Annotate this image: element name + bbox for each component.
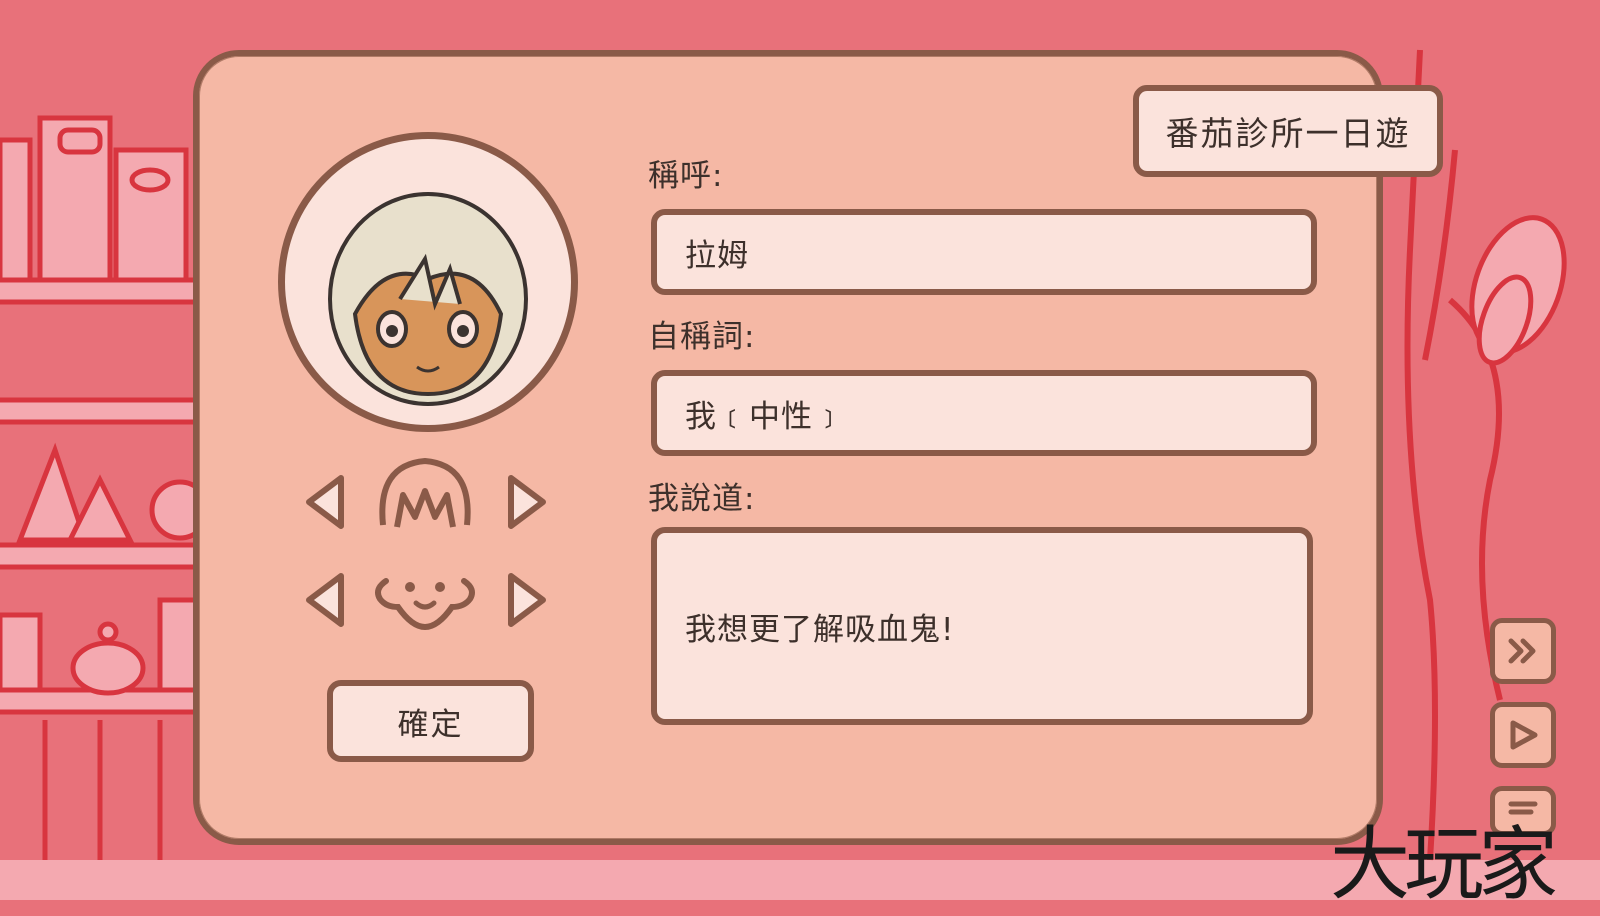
triangle-right-icon: [508, 475, 546, 529]
hair-icon: [379, 457, 471, 528]
speech-label: 我說道:: [648, 481, 756, 517]
watermark: 大玩家: [1330, 818, 1558, 911]
hair-prev-button[interactable]: [303, 472, 347, 532]
triangle-right-icon: [508, 573, 546, 627]
avatar-preview: [278, 132, 578, 432]
hair-next-button[interactable]: [505, 472, 549, 532]
auto-play-button[interactable]: [1490, 702, 1556, 768]
face-next-button[interactable]: [505, 570, 549, 630]
face-prev-button[interactable]: [303, 570, 347, 630]
auto-play-icon: [1510, 720, 1538, 750]
speech-field[interactable]: 我想更了解吸血鬼!: [651, 527, 1313, 725]
fast-forward-button[interactable]: [1490, 618, 1556, 684]
face-icon: [375, 578, 475, 631]
name-field[interactable]: 拉姆: [651, 209, 1317, 295]
name-label: 稱呼:: [648, 158, 724, 194]
confirm-button[interactable]: 確定: [327, 680, 534, 762]
pronoun-label: 自稱詞:: [648, 319, 756, 355]
pronoun-field[interactable]: 我﹝中性﹞: [651, 370, 1317, 456]
triangle-left-icon: [306, 475, 344, 529]
fast-forward-icon: [1508, 638, 1536, 664]
triangle-left-icon: [306, 573, 344, 627]
game-title-badge: 番茄診所一日遊: [1133, 85, 1443, 177]
avatar-face-icon: [328, 192, 528, 406]
